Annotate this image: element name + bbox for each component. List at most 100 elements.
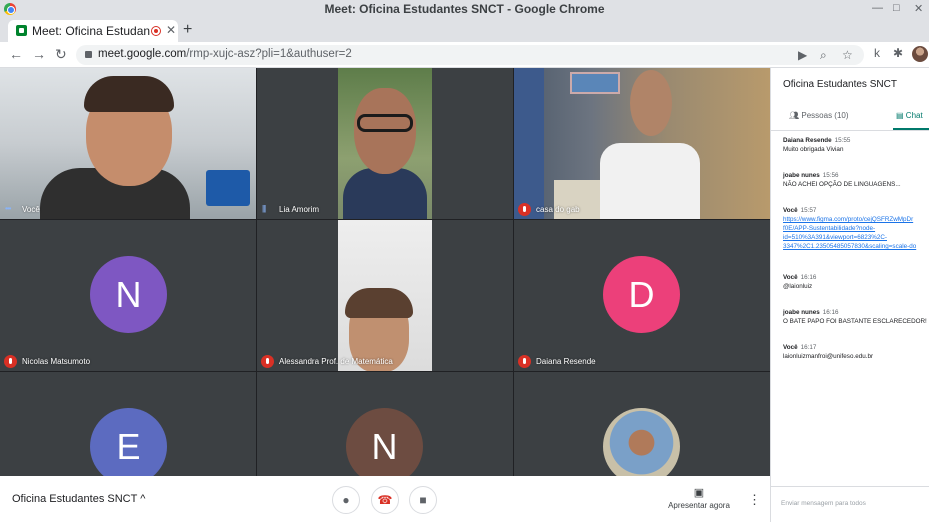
back-icon[interactable]: ← — [9, 46, 23, 62]
people-icon: 👥︎ — [789, 111, 800, 120]
chat-sender: Você — [783, 207, 798, 214]
chat-message-link[interactable]: f0E/APP-Sustentabilidade?node- — [783, 224, 929, 233]
video-grid: ••• Você ||| Lia Amorim casa do gab N Ni… — [0, 68, 770, 476]
participant-name: Você — [22, 205, 40, 214]
participant-tile-n[interactable]: N — [257, 372, 513, 476]
wall-picture — [570, 72, 620, 94]
extensions-puzzle-icon[interactable]: ✱ — [893, 46, 903, 60]
microphone-toggle-button[interactable]: ● — [332, 486, 360, 514]
url-text: meet.google.com/rmp-xujc-asz?pli=1&authu… — [98, 48, 352, 60]
avatar: N — [346, 408, 423, 476]
mic-off-icon — [518, 355, 531, 368]
present-now-label: Apresentar agora — [668, 501, 730, 510]
participant-name: Lia Amorim — [279, 205, 320, 214]
meet-favicon-icon — [16, 25, 27, 36]
chat-message-header: joabe nunes 16:16 — [783, 308, 929, 317]
profile-avatar[interactable] — [912, 46, 928, 62]
chat-message-header: Você 15:57 — [783, 206, 929, 215]
chat-message-link[interactable]: id=510%3A391&viewport=6823%2C- — [783, 233, 929, 242]
curtain — [514, 68, 544, 219]
person-body — [343, 168, 427, 219]
camera-toggle-button[interactable]: ■ — [409, 486, 437, 514]
hang-up-icon: ☎ — [377, 493, 393, 507]
chevron-up-icon: ^ — [140, 493, 146, 505]
chat-message: joabe nunes 15:56 NÃO ACHEI OPÇÃO DE LINGU… — [783, 171, 929, 189]
chat-input[interactable]: Enviar mensagem para todos — [781, 500, 866, 507]
camera-permission-icon[interactable]: ▶ — [798, 48, 807, 62]
participant-tile-casa-do-gab[interactable]: casa do gab — [514, 68, 770, 219]
panel-title: Oficina Estudantes SNCT — [783, 79, 897, 90]
background-sticker — [206, 170, 250, 206]
participant-name: casa do gab — [536, 205, 580, 214]
participant-tile-daiana[interactable]: D Daiana Resende — [514, 220, 770, 371]
zoom-icon[interactable]: ⌕ — [820, 48, 827, 63]
participant-tile-photo[interactable] — [514, 372, 770, 476]
chat-timestamp: 16:17 — [800, 344, 817, 351]
chat-message: joabe nunes 16:16 O BATE PAPO FOI BASTANTE… — [783, 308, 929, 326]
person-face — [630, 70, 672, 136]
window-titlebar: Meet: Oficina Estudantes SNCT - Google C… — [0, 0, 929, 18]
address-bar[interactable]: meet.google.com/rmp-xujc-asz?pli=1&authu… — [76, 45, 864, 65]
mic-off-icon — [261, 355, 274, 368]
bookmark-star-icon[interactable]: ☆ — [842, 48, 853, 62]
tab-people[interactable]: 👥︎ Pessoas (10) — [789, 111, 849, 120]
chat-sender: Você — [783, 344, 798, 351]
recording-indicator-icon — [151, 26, 161, 36]
profile-letter[interactable]: k — [874, 46, 880, 60]
chat-message-link[interactable]: 3347%2C1.23505485057830&scaling=scale-do — [783, 242, 929, 251]
reload-icon[interactable]: ↻ — [55, 46, 67, 63]
chat-message: Você 16:16 @laionluiz — [783, 273, 929, 291]
participant-tile-alessandra[interactable]: Alessandra Prof. de Matemática — [257, 220, 513, 371]
microphone-icon: ● — [342, 493, 350, 507]
chat-message-text: NÃO ACHEI OPÇÃO DE LINGUAGENS... — [783, 181, 901, 188]
avatar: D — [603, 256, 680, 333]
tab-people-label: Pessoas (10) — [801, 111, 849, 120]
chat-message-link[interactable]: https://www.figma.com/proto/cejQSFRZwMpD… — [783, 215, 929, 224]
chat-message-header: joabe nunes 15:56 — [783, 171, 929, 180]
chat-message: Daiana Resende 15:55 Muito obrigada Vivian — [783, 136, 929, 154]
participant-tile-e[interactable]: E — [0, 372, 256, 476]
url-host: meet.google.com — [98, 48, 187, 60]
person-hair — [84, 76, 174, 112]
forward-icon[interactable]: → — [32, 46, 46, 62]
leave-call-button[interactable]: ☎ — [371, 486, 399, 514]
chat-timestamp: 15:57 — [800, 207, 817, 214]
present-now-button[interactable]: ▣ Apresentar agora — [664, 486, 734, 510]
close-window-icon[interactable]: ✕ — [914, 2, 923, 15]
maximize-icon[interactable]: □ — [893, 2, 900, 14]
more-options-icon[interactable]: ⋮ — [748, 492, 761, 508]
tab-chat[interactable]: ▤ Chat — [896, 111, 923, 120]
new-tab-button[interactable]: + — [183, 21, 192, 39]
chat-sender: joabe nunes — [783, 309, 820, 316]
tab-chat-label: Chat — [905, 111, 923, 120]
avatar: E — [90, 408, 167, 476]
meeting-name: Oficina Estudantes SNCT — [12, 493, 138, 505]
browser-tab-meet[interactable]: Meet: Oficina Estudan ✕ — [8, 20, 178, 42]
tab-close-icon[interactable]: ✕ — [166, 23, 176, 37]
chat-timestamp: 15:56 — [822, 172, 839, 179]
chat-message: Você 16:17 laionluizmanfroi@unifeso.edu.br — [783, 343, 929, 361]
participant-name: Alessandra Prof. de Matemática — [279, 357, 393, 366]
chat-timestamp: 15:55 — [834, 137, 851, 144]
chat-sender: joabe nunes — [783, 172, 820, 179]
tab-title: Meet: Oficina Estudan — [32, 24, 151, 38]
audio-level-icon: ||| — [262, 204, 266, 213]
meeting-controls-bar: Oficina Estudantes SNCT ^ ● ☎ ■ ▣ Aprese… — [0, 476, 770, 522]
chat-message-text: @laionluiz — [783, 283, 813, 290]
chat-message-text: Muito obrigada Vivian — [783, 146, 844, 153]
person-hair — [345, 288, 413, 318]
participant-tile-nicolas[interactable]: N Nicolas Matsumoto — [0, 220, 256, 371]
divider — [771, 486, 929, 487]
participant-tile-lia[interactable]: ||| Lia Amorim — [257, 68, 513, 219]
minimize-icon[interactable]: — — [872, 2, 883, 14]
participant-tile-you[interactable]: ••• Você — [0, 68, 256, 219]
lock-icon[interactable] — [85, 51, 92, 58]
present-screen-icon: ▣ — [693, 487, 705, 499]
chat-message-header: Daiana Resende 15:55 — [783, 136, 929, 145]
mic-off-icon — [4, 355, 17, 368]
mic-off-icon — [518, 203, 531, 216]
audio-level-icon: ••• — [5, 204, 11, 213]
meeting-details-button[interactable]: Oficina Estudantes SNCT ^ — [12, 493, 145, 505]
person-body — [600, 143, 700, 219]
chat-timestamp: 16:16 — [822, 309, 839, 316]
